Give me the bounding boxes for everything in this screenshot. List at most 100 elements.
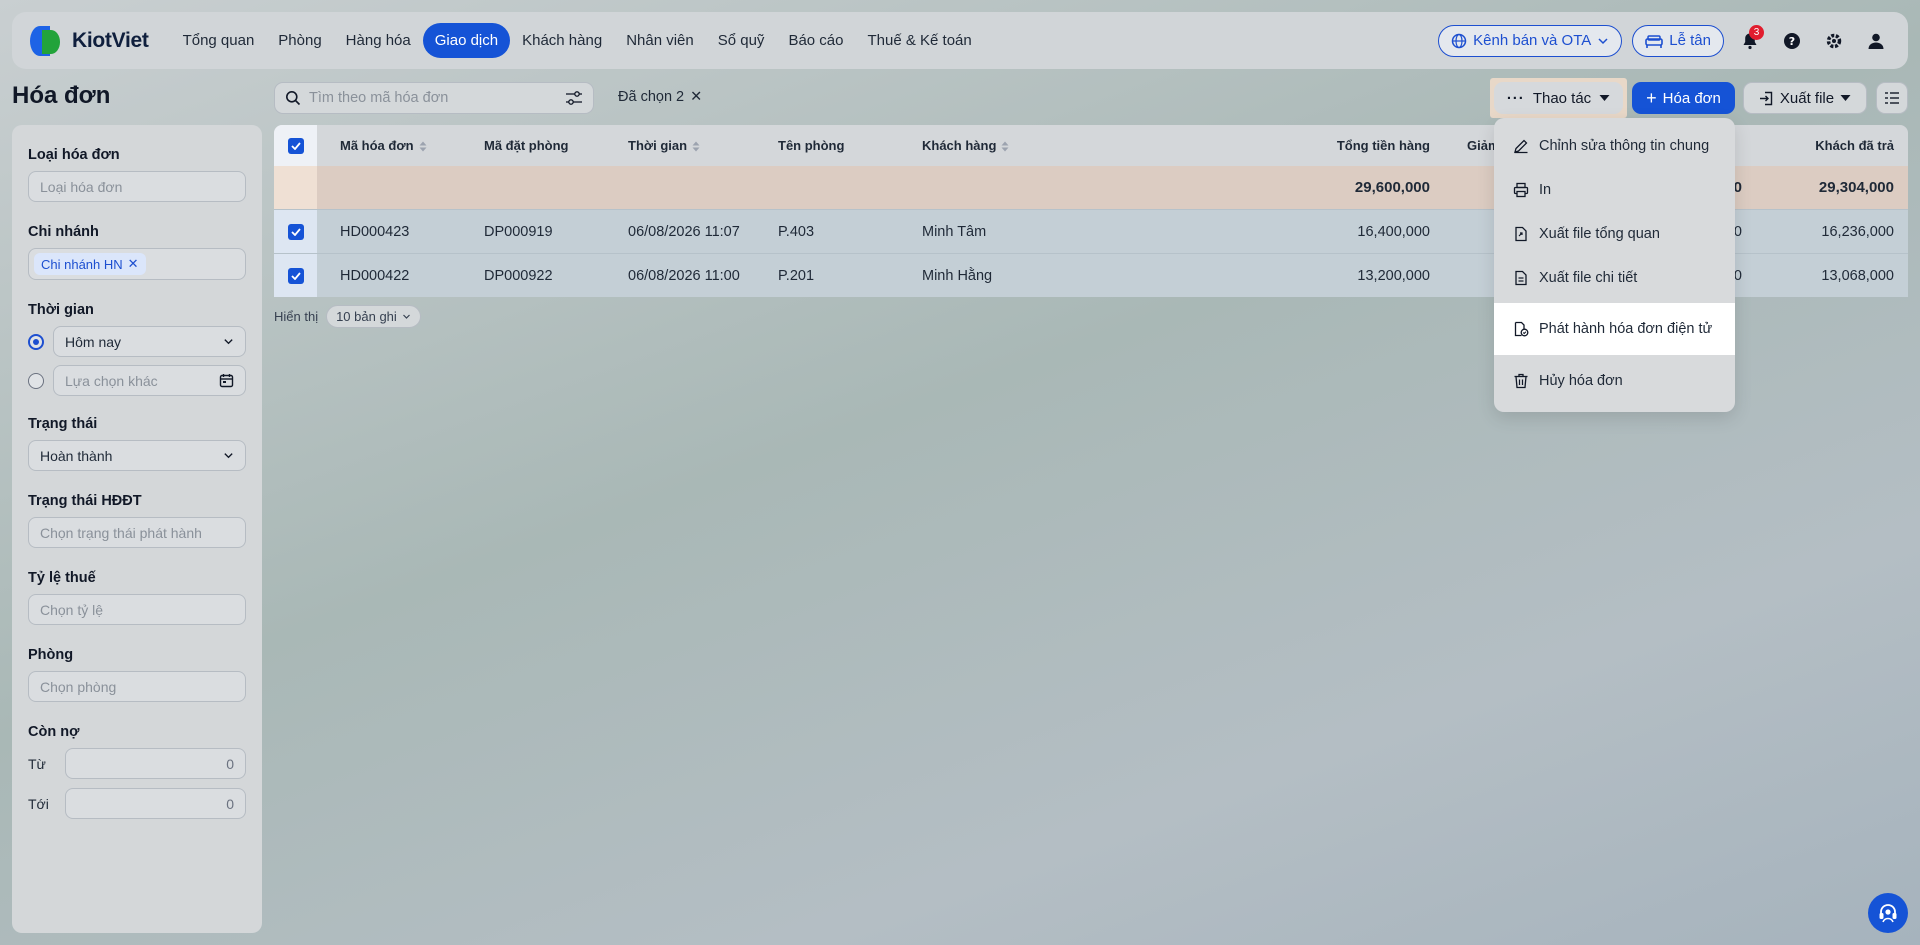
- trash-icon: [1514, 373, 1528, 389]
- settings-button[interactable]: [1818, 25, 1850, 57]
- export-file-button[interactable]: Xuất file: [1743, 82, 1867, 114]
- reception-label: Lễ tân: [1669, 32, 1711, 49]
- status-label: Trạng thái: [28, 416, 98, 432]
- export-icon: [1759, 91, 1773, 105]
- cell-paid: 13,068,000: [1821, 267, 1894, 284]
- time-today-radio[interactable]: [28, 333, 44, 350]
- cell-room: P.201: [778, 267, 815, 284]
- page-size-select[interactable]: 10 bản ghi: [326, 305, 421, 328]
- cell-paid: 16,236,000: [1821, 223, 1894, 240]
- tax-rate-label: Tỷ lệ thuế: [28, 570, 96, 586]
- menu-item-label: Hủy hóa đơn: [1539, 373, 1623, 389]
- col-room-header: Tên phòng: [778, 138, 845, 153]
- nav-item-staff[interactable]: Nhân viên: [614, 23, 706, 58]
- time-today-select[interactable]: Hôm nay: [53, 326, 246, 357]
- reception-button[interactable]: Lễ tân: [1632, 24, 1724, 57]
- menu-item-print[interactable]: In: [1494, 168, 1735, 212]
- branch-tag: Chi nhánh HN ✕: [34, 253, 146, 275]
- page-title: Hóa đơn: [12, 82, 111, 109]
- search-placeholder: Tìm theo mã hóa đơn: [309, 90, 449, 106]
- menu-item-cancel-invoice[interactable]: Hủy hóa đơn: [1494, 359, 1735, 403]
- menu-item-export-overview[interactable]: Xuất file tổng quan: [1494, 212, 1735, 256]
- new-invoice-button[interactable]: + Hóa đơn: [1632, 82, 1735, 114]
- branch-label: Chi nhánh: [28, 224, 99, 240]
- pencil-icon: [1514, 139, 1528, 154]
- nav-item-tax-accounting[interactable]: Thuế & Kế toán: [855, 23, 983, 58]
- debt-to-label: Tới: [28, 795, 49, 812]
- help-button[interactable]: ?: [1776, 25, 1808, 57]
- filter-sliders-icon[interactable]: [565, 90, 583, 106]
- pagination: Hiển thị 10 bản ghi: [274, 305, 421, 328]
- summary-total: 29,600,000: [1354, 179, 1430, 196]
- nav-item-cashbook[interactable]: Sổ quỹ: [706, 23, 777, 58]
- menu-item-issue-einvoice[interactable]: Phát hành hóa đơn điện tử: [1494, 303, 1735, 355]
- search-icon: [286, 91, 301, 106]
- time-other-picker[interactable]: Lựa chọn khác: [53, 365, 246, 396]
- debt-to-input[interactable]: 0: [65, 788, 246, 819]
- branch-select[interactable]: Chi nhánh HN ✕: [28, 248, 246, 280]
- notification-badge: 3: [1749, 24, 1764, 40]
- nav-item-reports[interactable]: Báo cáo: [776, 23, 855, 58]
- top-navbar: KiotViet Tổng quan Phòng Hàng hóa Giao d…: [12, 12, 1908, 69]
- col-booking-header: Mã đặt phòng: [484, 138, 569, 153]
- col-code-header[interactable]: Mã hóa đơn: [340, 138, 427, 153]
- sort-icon: [1001, 141, 1009, 152]
- row-checkbox[interactable]: [287, 223, 304, 240]
- sort-icon: [692, 141, 700, 152]
- help-icon: ?: [1784, 32, 1800, 49]
- actions-button[interactable]: ··· Thao tác: [1494, 82, 1623, 114]
- col-total-header: Tổng tiền hàng: [1336, 138, 1430, 153]
- cell-discount: 0: [1733, 267, 1742, 284]
- brand-name: KiotViet: [72, 28, 149, 52]
- export-file-label: Xuất file: [1779, 89, 1835, 107]
- search-input[interactable]: Tìm theo mã hóa đơn: [274, 82, 594, 114]
- actions-label: Thao tác: [1532, 89, 1592, 107]
- selected-count-label: Đã chọn 2: [618, 89, 685, 105]
- row-checkbox[interactable]: [287, 267, 304, 284]
- check-icon: [290, 227, 301, 236]
- chevron-down-icon: [224, 453, 233, 459]
- page-size-value: 10 bản ghi: [336, 309, 397, 324]
- col-customer-header[interactable]: Khách hàng: [922, 138, 1009, 153]
- summary-paid: 29,304,000: [1818, 179, 1894, 196]
- bed-icon: [1645, 34, 1664, 48]
- col-time-label: Thời gian: [628, 138, 688, 153]
- clear-selection-icon[interactable]: ✕: [690, 89, 702, 105]
- status-select[interactable]: Hoàn thành: [28, 440, 246, 471]
- support-chat-button[interactable]: [1868, 893, 1908, 933]
- einvoice-status-label: Trạng thái HĐĐT: [28, 493, 142, 509]
- debt-label: Còn nợ: [28, 724, 80, 740]
- col-time-header[interactable]: Thời gian: [628, 138, 700, 153]
- page-size-label: Hiển thị: [274, 309, 319, 324]
- room-select[interactable]: Chọn phòng: [28, 671, 246, 702]
- time-today-value: Hôm nay: [65, 333, 122, 350]
- channel-ota-label: Kênh bán và OTA: [1473, 32, 1592, 49]
- channel-ota-button[interactable]: Kênh bán và OTA: [1438, 24, 1623, 57]
- nav-item-overview[interactable]: Tổng quan: [171, 23, 267, 58]
- nav-item-rooms[interactable]: Phòng: [266, 23, 333, 58]
- tag-remove-icon[interactable]: ✕: [128, 256, 139, 272]
- file-export-icon: [1515, 226, 1527, 242]
- menu-item-edit-general[interactable]: Chỉnh sửa thông tin chung: [1494, 124, 1735, 168]
- brand-logo[interactable]: KiotViet: [28, 24, 149, 58]
- nav-item-goods[interactable]: Hàng hóa: [334, 23, 423, 58]
- room-label: Phòng: [28, 647, 74, 663]
- invoice-type-select[interactable]: Loại hóa đơn: [28, 171, 246, 202]
- time-other-radio[interactable]: [28, 372, 44, 389]
- tax-rate-select[interactable]: Chọn tỷ lệ: [28, 594, 246, 625]
- debt-from-input[interactable]: 0: [65, 748, 246, 779]
- column-settings-button[interactable]: [1876, 82, 1908, 114]
- select-all-checkbox[interactable]: [287, 137, 304, 154]
- menu-item-label: In: [1539, 182, 1552, 198]
- menu-item-export-detail[interactable]: Xuất file chi tiết: [1494, 256, 1735, 300]
- account-button[interactable]: [1860, 25, 1892, 57]
- einvoice-status-select[interactable]: Chọn trạng thái phát hành: [28, 517, 246, 548]
- cell-code: HD000422: [340, 267, 410, 284]
- nav-item-customers[interactable]: Khách hàng: [510, 23, 614, 58]
- chevron-down-icon: [1598, 37, 1608, 44]
- cell-total: 13,200,000: [1357, 267, 1430, 284]
- nav-item-transactions[interactable]: Giao dịch: [422, 23, 511, 58]
- col-code-label: Mã hóa đơn: [340, 138, 414, 153]
- gear-icon: [1826, 33, 1842, 48]
- notifications-button[interactable]: 3: [1734, 24, 1766, 57]
